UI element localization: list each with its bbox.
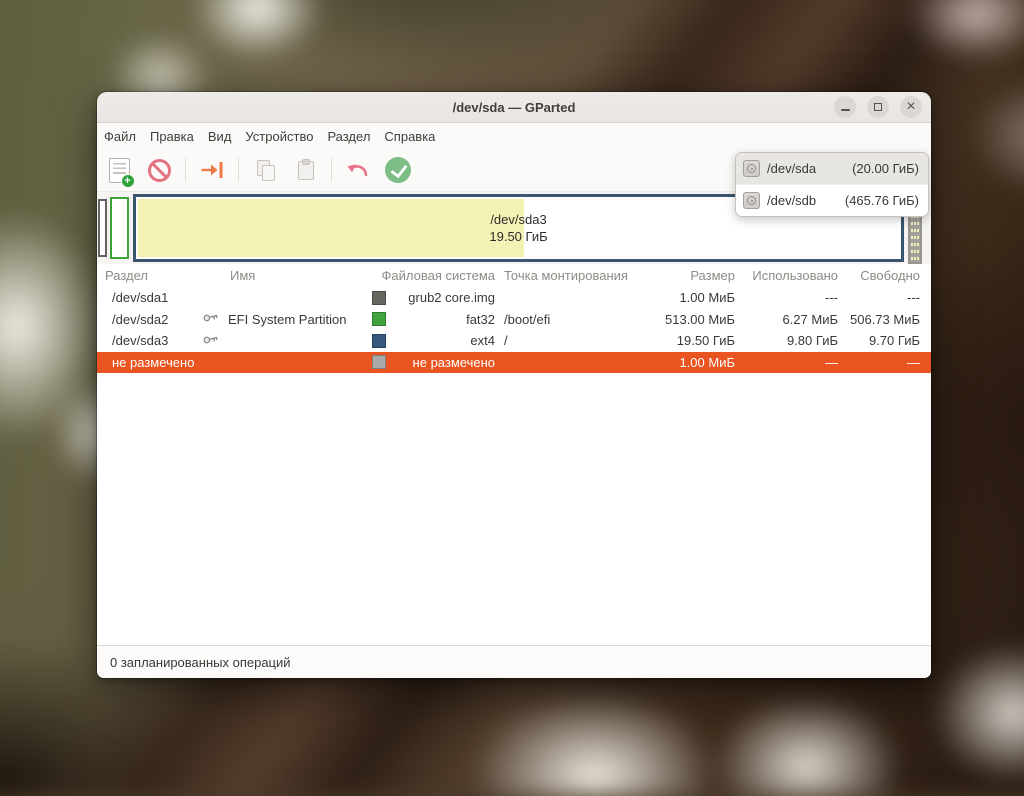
cell-partition: /dev/sda1	[112, 290, 169, 306]
cell-used: —	[825, 354, 838, 370]
resize-move-icon	[201, 162, 223, 178]
menu-partition[interactable]: Раздел	[320, 129, 377, 144]
titlebar[interactable]: /dev/sda — GParted ×	[97, 92, 931, 123]
cell-size: 1.00 МиБ	[679, 354, 735, 370]
header-mountpoint: Точка монтирования	[504, 268, 628, 283]
menu-help[interactable]: Справка	[377, 129, 442, 144]
cell-mountpoint: /	[504, 333, 508, 349]
maximize-button[interactable]	[867, 96, 889, 118]
table-row-sda3[interactable]: /dev/sda3 ext4 / 19.50 ГиБ 9.80 ГиБ 9.70…	[97, 330, 931, 352]
maximize-icon	[874, 103, 882, 111]
toolbar-separator	[331, 158, 332, 182]
device-option-sda[interactable]: /dev/sda (20.00 ГиБ)	[736, 153, 928, 184]
cell-partition: не размечено	[112, 354, 195, 370]
header-used: Использовано	[752, 268, 838, 283]
device-option-sdb[interactable]: /dev/sdb (465.76 ГиБ)	[736, 184, 928, 216]
filesystem-color-swatch	[372, 290, 386, 305]
key-icon	[203, 314, 218, 322]
device-name: /dev/sdb	[767, 193, 817, 208]
undo-icon	[347, 164, 368, 177]
header-free: Свободно	[860, 268, 920, 283]
pending-operations-text: 0 запланированных операций	[110, 654, 291, 670]
device-dropdown: /dev/sda (20.00 ГиБ) /dev/sdb (465.76 Ги…	[735, 152, 929, 217]
new-partition-button[interactable]	[102, 153, 136, 188]
cell-size: 513.00 МиБ	[665, 311, 735, 327]
menu-view[interactable]: Вид	[201, 129, 239, 144]
apply-operations-button[interactable]	[381, 153, 415, 187]
graphic-partition-name: /dev/sda3	[490, 212, 547, 227]
menu-edit[interactable]: Правка	[143, 129, 201, 144]
cell-free: —	[907, 354, 920, 370]
used-space-fill	[138, 199, 525, 257]
new-partition-icon	[108, 157, 135, 188]
close-button[interactable]: ×	[900, 96, 922, 118]
table-empty-area	[97, 373, 931, 645]
cell-free: ---	[907, 290, 920, 306]
table-row-unallocated[interactable]: не размечено не размечено 1.00 МиБ — —	[97, 351, 931, 373]
window-title: /dev/sda — GParted	[452, 99, 576, 115]
paste-partition-button[interactable]	[288, 153, 322, 187]
table-row-sda1[interactable]: /dev/sda1 grub2 core.img 1.00 МиБ --- --…	[97, 287, 931, 309]
resize-move-button[interactable]	[195, 153, 229, 187]
header-partition: Раздел	[105, 268, 148, 283]
cell-free: 506.73 МиБ	[850, 311, 920, 327]
cell-partition: /dev/sda3	[112, 333, 169, 349]
filesystem-color-swatch	[372, 312, 386, 327]
menu-device[interactable]: Устройство	[238, 129, 320, 144]
device-name: /dev/sda	[767, 161, 817, 176]
header-name: Имя	[230, 268, 256, 283]
cell-name: EFI System Partition	[228, 311, 347, 327]
filesystem-color-swatch	[372, 355, 386, 370]
disk-icon	[743, 160, 760, 177]
copy-partition-button[interactable]	[248, 153, 282, 187]
cell-filesystem: grub2 core.img	[408, 290, 495, 306]
delete-partition-button[interactable]	[142, 153, 176, 187]
graphic-segment-label: /dev/sda3 19.50 ГиБ	[489, 211, 547, 245]
toolbar-separator	[185, 158, 186, 182]
delete-partition-icon	[147, 158, 171, 182]
cell-used: 9.80 ГиБ	[786, 333, 838, 349]
minimize-icon	[840, 108, 850, 111]
table-header: Раздел Имя Файловая система Точка монтир…	[97, 264, 931, 287]
disk-icon	[743, 192, 760, 209]
cell-partition: /dev/sda2	[112, 311, 169, 327]
statusbar: 0 запланированных операций	[97, 645, 931, 678]
gparted-window: /dev/sda — GParted × Файл Правка Вид Уст…	[97, 92, 931, 678]
graphic-segment-sda2[interactable]	[110, 197, 129, 259]
menubar: Файл Правка Вид Устройство Раздел Справк…	[97, 123, 931, 149]
cell-size: 19.50 ГиБ	[676, 333, 735, 349]
cell-filesystem: ext4	[470, 333, 495, 349]
cell-free: 9.70 ГиБ	[868, 333, 920, 349]
close-icon: ×	[906, 97, 916, 115]
menu-file[interactable]: Файл	[97, 129, 143, 144]
filesystem-color-swatch	[372, 333, 386, 348]
toolbar-separator	[238, 158, 239, 182]
copy-partition-icon	[253, 158, 277, 182]
header-filesystem: Файловая система	[381, 268, 495, 283]
cell-used: ---	[825, 290, 838, 306]
cell-size: 1.00 МиБ	[679, 290, 735, 306]
graphic-segment-sda1[interactable]	[98, 199, 107, 257]
graphic-partition-size: 19.50 ГиБ	[489, 229, 548, 244]
window-controls: ×	[834, 96, 931, 118]
cell-filesystem: fat32	[466, 311, 495, 327]
cell-filesystem: не размечено	[412, 354, 495, 370]
cell-mountpoint: /boot/efi	[504, 311, 551, 327]
cell-used: 6.27 МиБ	[782, 311, 838, 327]
device-size: (465.76 ГиБ)	[844, 193, 919, 208]
undo-button[interactable]	[341, 153, 375, 187]
key-icon	[203, 336, 218, 344]
header-size: Размер	[690, 268, 735, 283]
apply-operations-icon	[385, 157, 411, 183]
minimize-button[interactable]	[834, 96, 856, 118]
table-row-sda2[interactable]: /dev/sda2 EFI System Partition fat32 /bo…	[97, 308, 931, 330]
paste-partition-icon	[293, 158, 317, 182]
device-size: (20.00 ГиБ)	[852, 161, 919, 176]
